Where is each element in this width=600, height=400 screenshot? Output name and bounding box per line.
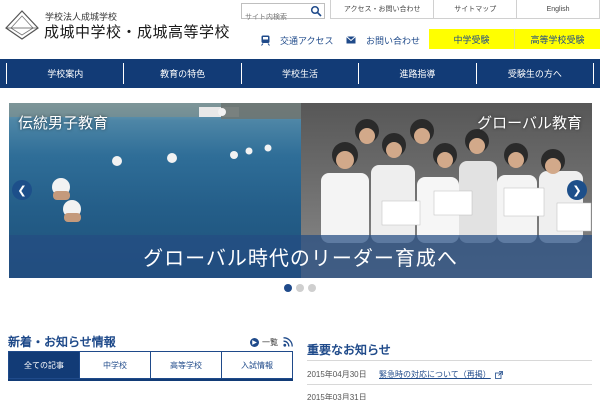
notice-link[interactable]: 緊急時の対応について（再掲） — [379, 369, 491, 380]
top-utility-links: アクセス・お問い合わせ サイトマップ English — [330, 0, 600, 19]
quick-link-contact-label: お問い合わせ — [366, 35, 421, 46]
tab-admissions[interactable]: 入試情報 — [221, 352, 292, 378]
school-emblem-icon[interactable] — [5, 10, 39, 40]
hero-caption-tradition: 伝統男子教育 — [18, 114, 109, 132]
rss-icon[interactable] — [283, 337, 293, 347]
junior-high-admission-button[interactable]: 中学受験 — [429, 29, 514, 49]
high-school-admission-button[interactable]: 高等学校受験 — [514, 29, 600, 49]
arrow-right-circle-icon: ▶ — [250, 338, 259, 347]
mail-icon — [344, 34, 358, 46]
notice-date: 2015年03月31日 — [307, 393, 367, 400]
quick-link-contact[interactable]: お問い合わせ — [344, 30, 420, 50]
slider-dot-1[interactable] — [284, 284, 292, 292]
top-link-sitemap[interactable]: サイトマップ — [433, 0, 516, 18]
top-link-access-contact[interactable]: アクセス・お問い合わせ — [331, 0, 433, 18]
site-header: 学校法人成城学校 成城中学校・成城高等学校 アクセス・お問い合わせ サイトマップ… — [0, 0, 600, 60]
notices-title: 重要なお知らせ — [307, 343, 391, 357]
quick-link-access[interactable]: 交通アクセス — [258, 30, 334, 50]
notice-row: 2015年04月30日 緊急時の対応について（再掲） — [307, 369, 503, 380]
school-name-logo[interactable]: 成城中学校・成城高等学校 — [44, 21, 230, 42]
notices-divider — [307, 360, 592, 361]
news-tabs: 全ての記事 中学校 高等学校 入試情報 — [8, 351, 293, 379]
hero-banner-text: グローバル時代のリーダー育成へ — [143, 246, 458, 270]
top-link-english[interactable]: English — [516, 0, 599, 18]
notices-divider — [307, 384, 592, 385]
slider-dot-3[interactable] — [308, 284, 316, 292]
hero-banner: グローバル時代のリーダー育成へ — [9, 235, 592, 278]
news-list-link[interactable]: ▶ 一覧 — [250, 337, 278, 348]
nav-item-school-life[interactable]: 学校生活 — [240, 63, 358, 84]
nav-item-career[interactable]: 進路指導 — [358, 63, 475, 84]
chevron-right-icon[interactable]: ❯ — [567, 180, 587, 200]
nav-item-about[interactable]: 学校案内 — [6, 63, 123, 84]
slider-dot-2[interactable] — [296, 284, 304, 292]
search-box — [241, 3, 325, 25]
nav-item-applicants[interactable]: 受験生の方へ — [475, 63, 595, 84]
notice-row: 2015年03月31日 — [307, 392, 379, 400]
quick-link-access-label: 交通アクセス — [280, 35, 334, 46]
train-icon — [258, 34, 272, 46]
hero-caption-global: グローバル教育 — [477, 114, 582, 132]
global-nav: 学校案内 教育の特色 学校生活 進路指導 受験生の方へ — [0, 59, 600, 88]
chevron-left-icon[interactable]: ❮ — [12, 180, 32, 200]
external-link-icon — [494, 370, 503, 379]
tab-junior-high[interactable]: 中学校 — [79, 352, 150, 378]
news-section-title: 新着・お知らせ情報 — [8, 335, 116, 349]
hero-slider: 伝統男子教育 グローバル教育 グローバル時代のリーダー育成へ ❮ ❯ — [9, 103, 592, 278]
slider-pagination — [284, 284, 316, 292]
news-list-link-label: 一覧 — [262, 338, 278, 347]
search-input[interactable] — [242, 10, 306, 25]
tab-all[interactable]: 全ての記事 — [9, 352, 79, 378]
search-icon[interactable] — [310, 5, 322, 17]
notice-date: 2015年04月30日 — [307, 370, 367, 379]
tab-underline — [8, 379, 293, 381]
tab-high-school[interactable]: 高等学校 — [150, 352, 221, 378]
admission-buttons: 中学受験 高等学校受験 — [429, 29, 600, 49]
nav-item-features[interactable]: 教育の特色 — [123, 63, 240, 84]
